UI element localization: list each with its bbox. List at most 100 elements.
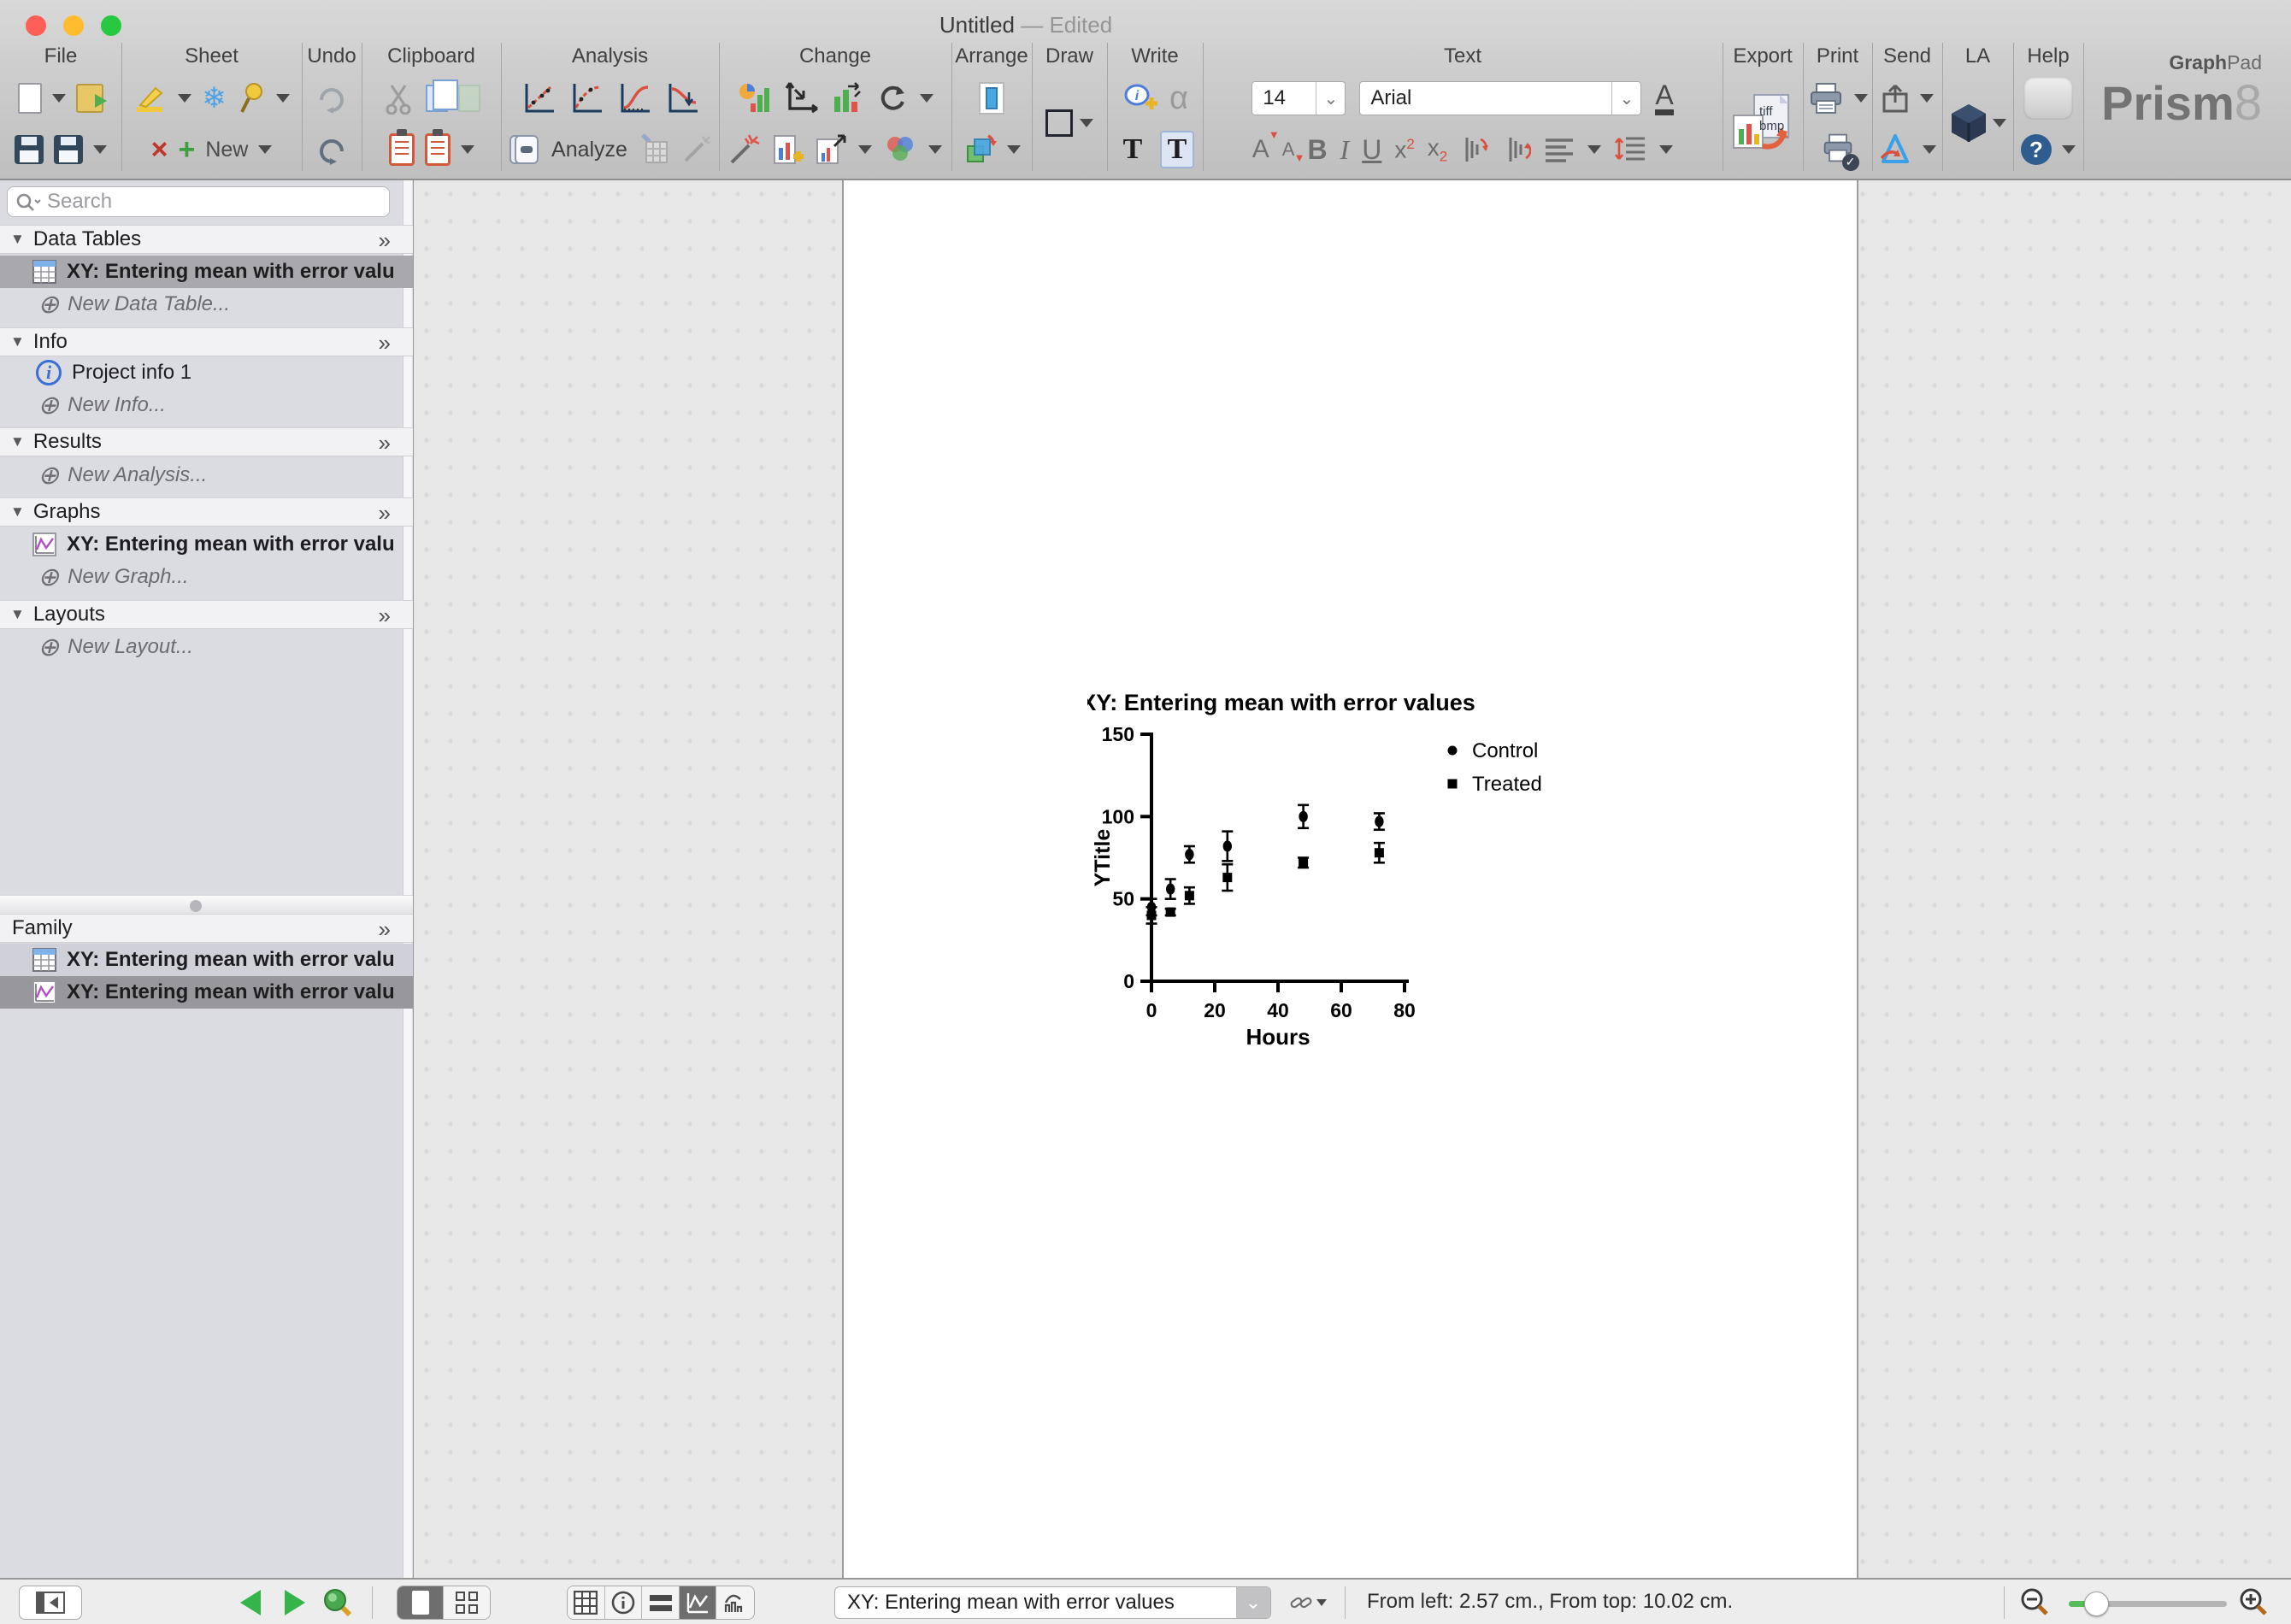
sidebar-item-new-info[interactable]: ⊕ New Info...	[0, 389, 413, 421]
expand-section-icon[interactable]: »	[379, 603, 389, 629]
section-header-results[interactable]: ▼ Results »	[0, 427, 413, 456]
analyze-label[interactable]: Analyze	[551, 138, 627, 162]
splitter-handle[interactable]	[190, 900, 202, 912]
family-item-graph[interactable]: XY: Entering mean with error valu	[0, 976, 413, 1009]
new-sheet-label[interactable]: New	[205, 138, 248, 162]
change-graph-type-icon[interactable]	[737, 81, 773, 115]
add-data-to-graph-icon[interactable]	[771, 132, 804, 167]
view-results-button[interactable]	[642, 1586, 680, 1619]
collapse-triangle-icon[interactable]: ▼	[10, 433, 25, 450]
font-color-icon[interactable]: A	[1655, 81, 1673, 116]
nav-back-button[interactable]	[238, 1586, 263, 1620]
export-graph-icon[interactable]: tiffbmp	[1732, 93, 1793, 153]
close-window-button[interactable]	[26, 15, 46, 36]
pin-sheet-icon[interactable]	[237, 81, 266, 115]
search-field[interactable]	[7, 186, 390, 217]
open-import-icon[interactable]	[76, 84, 103, 113]
superscript-icon[interactable]: x2	[1394, 136, 1414, 163]
pin-dropdown[interactable]	[276, 94, 290, 103]
cut-icon[interactable]	[383, 82, 415, 115]
family-item-data-table[interactable]: XY: Entering mean with error valu	[0, 944, 413, 976]
align-objects-icon[interactable]	[975, 80, 1008, 116]
section-header-info[interactable]: ▼ Info »	[0, 327, 413, 356]
delete-sheet-icon[interactable]: ×	[151, 135, 168, 164]
graph-object[interactable]: XY: Entering mean with error values05010…	[1087, 671, 1566, 1064]
nonlinear-fit-icon[interactable]	[568, 80, 605, 116]
send-to-app-icon[interactable]	[1878, 132, 1912, 167]
colors-dropdown[interactable]	[928, 145, 942, 154]
search-input[interactable]	[7, 186, 390, 217]
draw-shape-icon[interactable]	[1045, 109, 1073, 137]
collapse-triangle-icon[interactable]: ▼	[10, 503, 25, 521]
print-preview-icon[interactable]: ✓	[1822, 132, 1854, 168]
bold-icon[interactable]: B	[1307, 134, 1327, 166]
xy-chart[interactable]: XY: Entering mean with error values05010…	[1087, 671, 1566, 1064]
send-dropdown[interactable]	[1923, 145, 1936, 154]
font-family-chevron[interactable]: ⌄	[1611, 82, 1640, 115]
font-family-select[interactable]: Arial ⌄	[1359, 81, 1641, 115]
new-file-icon[interactable]	[18, 83, 42, 114]
section-header-data-tables[interactable]: ▼ Data Tables »	[0, 225, 413, 254]
analyze-icon[interactable]	[507, 132, 541, 167]
collapse-triangle-icon[interactable]: ▼	[10, 333, 25, 350]
change-colors-icon[interactable]	[882, 133, 918, 166]
italic-icon[interactable]: I	[1340, 134, 1350, 166]
linked-sheets-button[interactable]	[1289, 1586, 1327, 1620]
nav-forward-button[interactable]	[282, 1586, 308, 1620]
sidebar-item-new-layout[interactable]: ⊕ New Layout...	[0, 631, 413, 663]
prism-guides-icon[interactable]	[2023, 77, 2073, 120]
rotate-dropdown[interactable]	[920, 94, 933, 103]
resize-graph-icon[interactable]	[814, 132, 848, 167]
zoom-slider-knob[interactable]	[2084, 1592, 2109, 1616]
font-size-select[interactable]: 14 ⌄	[1252, 81, 1346, 115]
help-icon[interactable]: ?	[2021, 134, 2052, 165]
sidebar-item-graph[interactable]: XY: Entering mean with error valu	[0, 528, 413, 561]
area-analysis-icon[interactable]	[663, 80, 701, 116]
paste-dropdown[interactable]	[461, 145, 474, 154]
view-gallery-button[interactable]	[444, 1586, 490, 1619]
zoom-slider[interactable]	[2069, 1601, 2227, 1607]
undo-icon[interactable]	[315, 132, 349, 167]
save-as-icon[interactable]	[54, 135, 83, 164]
new-sheet-dropdown[interactable]	[258, 145, 272, 154]
change-axes-icon[interactable]	[783, 81, 819, 115]
collapse-triangle-icon[interactable]: ▼	[10, 231, 25, 248]
greek-alpha-icon[interactable]: α	[1169, 82, 1188, 115]
linear-regression-icon[interactable]	[520, 80, 557, 116]
collapse-triangle-icon[interactable]: ▼	[10, 606, 25, 623]
share-icon[interactable]	[1881, 82, 1910, 115]
print-icon[interactable]	[1808, 82, 1844, 115]
paste-icon[interactable]	[389, 133, 415, 166]
sidebar-item-new-graph[interactable]: ⊕ New Graph...	[0, 561, 413, 593]
data-grid-icon[interactable]	[638, 133, 670, 166]
text-tool-icon[interactable]: T	[1116, 131, 1150, 168]
new-file-dropdown[interactable]	[52, 94, 66, 103]
draw-dropdown[interactable]	[1080, 119, 1093, 127]
expand-section-icon[interactable]: »	[379, 430, 389, 456]
zoom-out-button[interactable]	[2016, 1586, 2053, 1620]
resize-dropdown[interactable]	[858, 145, 872, 154]
sheet-selector-chevron[interactable]: ⌄	[1236, 1587, 1270, 1618]
graph-page[interactable]: XY: Entering mean with error values05010…	[842, 180, 1858, 1578]
link-dropdown[interactable]	[1316, 1599, 1327, 1606]
rotate-text-left-icon[interactable]	[1460, 132, 1489, 167]
view-info-button[interactable]	[605, 1586, 643, 1619]
text-box-tool-icon[interactable]: T	[1160, 131, 1194, 168]
duplicate-icon[interactable]	[458, 85, 480, 112]
rotate-text-right-icon[interactable]	[1502, 132, 1531, 167]
decrease-font-icon[interactable]: A▼	[1282, 138, 1295, 161]
new-sheet-icon[interactable]: +	[178, 135, 195, 164]
freeze-sheet-icon[interactable]: ❄	[202, 84, 227, 113]
sidebar-item-project-info[interactable]: i Project info 1	[0, 356, 413, 389]
subscript-icon[interactable]: x2	[1428, 134, 1447, 166]
line-spacing-dropdown[interactable]	[1659, 145, 1673, 154]
line-spacing-icon[interactable]	[1614, 135, 1646, 164]
section-header-family[interactable]: Family »	[0, 914, 413, 943]
align-text-icon[interactable]	[1544, 137, 1575, 162]
view-layout-button[interactable]	[716, 1586, 754, 1619]
sigmoid-fit-icon[interactable]	[615, 80, 653, 116]
la-dropdown[interactable]	[1993, 119, 2006, 127]
align-dropdown[interactable]	[1587, 145, 1601, 154]
rename-sheet-icon[interactable]	[133, 81, 168, 115]
sheet-selector[interactable]: XY: Entering mean with error values ⌄	[834, 1586, 1271, 1619]
